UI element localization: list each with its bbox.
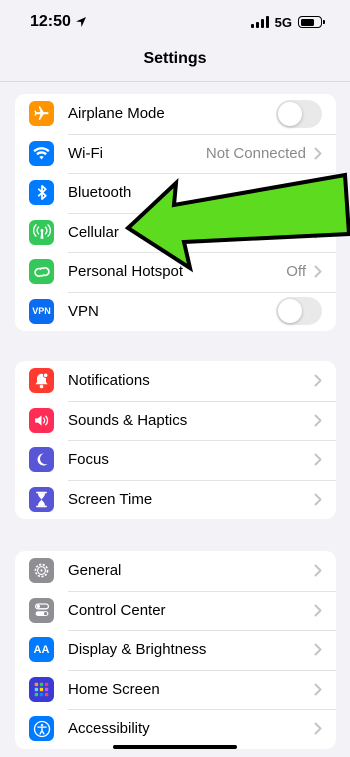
chevron-right-icon	[314, 722, 322, 735]
row-label: Cellular	[68, 223, 119, 241]
bluetooth-icon	[29, 180, 54, 206]
chevron-right-icon	[314, 147, 322, 160]
status-bar: 12:50 5G	[0, 0, 350, 44]
hotspot-status-value: Off	[286, 263, 306, 281]
airplane-mode-toggle[interactable]	[276, 99, 322, 128]
row-focus[interactable]: Focus	[15, 440, 336, 480]
row-accessibility[interactable]: Accessibility	[15, 709, 336, 749]
hotspot-link-icon	[29, 259, 54, 285]
row-label: General	[68, 562, 122, 580]
page-title: Settings	[143, 50, 207, 67]
chevron-right-icon	[314, 604, 322, 617]
chevron-right-icon	[314, 683, 322, 696]
app-grid-icon	[29, 676, 54, 702]
vpn-icon: VPN	[29, 298, 54, 324]
signal-bars-icon	[250, 16, 269, 28]
status-time: 12:50	[30, 13, 87, 31]
chevron-right-icon	[314, 414, 322, 427]
moon-icon	[29, 447, 54, 473]
chevron-right-icon	[314, 186, 322, 199]
home-indicator	[113, 745, 237, 749]
hourglass-icon	[29, 486, 54, 512]
row-label: Screen Time	[68, 490, 153, 508]
settings-group-general: General Control Center AA Display & Brig…	[15, 551, 336, 749]
row-label: Sounds & Haptics	[68, 411, 188, 429]
toggles-icon	[29, 597, 54, 623]
settings-group-notifications: Notifications Sounds & Haptics Focus Scr…	[15, 361, 336, 519]
bluetooth-status-value: On	[285, 184, 306, 202]
chevron-right-icon	[314, 643, 322, 656]
row-home-screen[interactable]: Home Screen	[15, 669, 336, 710]
row-vpn[interactable]: VPN VPN	[15, 291, 336, 332]
accessibility-icon	[29, 716, 54, 742]
chevron-right-icon	[314, 564, 322, 577]
row-label: Display & Brightness	[68, 641, 207, 659]
row-control-center[interactable]: Control Center	[15, 590, 336, 631]
time-text: 12:50	[30, 13, 71, 30]
chevron-right-icon	[314, 265, 322, 278]
location-arrow-icon	[75, 17, 86, 27]
row-label: Accessibility	[68, 720, 150, 738]
row-label: Focus	[68, 451, 109, 469]
settings-group-connectivity: Airplane Mode Wi-Fi Not Connected Blueto…	[15, 94, 336, 331]
chevron-right-icon	[314, 226, 322, 239]
row-wifi[interactable]: Wi-Fi Not Connected	[15, 133, 336, 174]
row-label: Personal Hotspot	[68, 263, 184, 281]
row-label: Wi-Fi	[68, 144, 103, 162]
cellular-antenna-icon	[29, 219, 54, 245]
row-label: Airplane Mode	[68, 105, 165, 123]
row-sounds-haptics[interactable]: Sounds & Haptics	[15, 400, 336, 441]
row-bluetooth[interactable]: Bluetooth On	[15, 173, 336, 213]
row-label: Notifications	[68, 372, 150, 390]
vpn-toggle[interactable]	[276, 297, 322, 326]
row-label: VPN	[68, 302, 99, 320]
status-indicators: 5G	[250, 14, 325, 30]
vpn-icon-text: VPN	[32, 306, 51, 317]
row-personal-hotspot[interactable]: Personal Hotspot Off	[15, 252, 336, 292]
wifi-status-value: Not Connected	[205, 144, 306, 162]
row-notifications[interactable]: Notifications	[15, 361, 336, 401]
row-cellular[interactable]: Cellular	[15, 212, 336, 253]
network-type: 5G	[274, 14, 292, 30]
text-size-icon: AA	[29, 637, 54, 663]
speaker-icon	[29, 407, 54, 433]
row-display-brightness[interactable]: AA Display & Brightness	[15, 630, 336, 670]
bell-icon	[29, 368, 54, 394]
row-airplane-mode[interactable]: Airplane Mode	[15, 94, 336, 134]
chevron-right-icon	[314, 453, 322, 466]
row-label: Home Screen	[68, 680, 160, 698]
nav-divider	[0, 81, 350, 82]
display-icon-text: AA	[33, 643, 50, 656]
chevron-right-icon	[314, 374, 322, 387]
chevron-right-icon	[314, 493, 322, 506]
row-label: Control Center	[68, 601, 166, 619]
wifi-icon	[29, 140, 54, 166]
row-screen-time[interactable]: Screen Time	[15, 479, 336, 520]
row-general[interactable]: General	[15, 551, 336, 591]
battery-icon	[298, 16, 325, 28]
row-label: Bluetooth	[68, 184, 132, 202]
gear-icon	[29, 558, 54, 584]
airplane-icon	[29, 101, 54, 127]
